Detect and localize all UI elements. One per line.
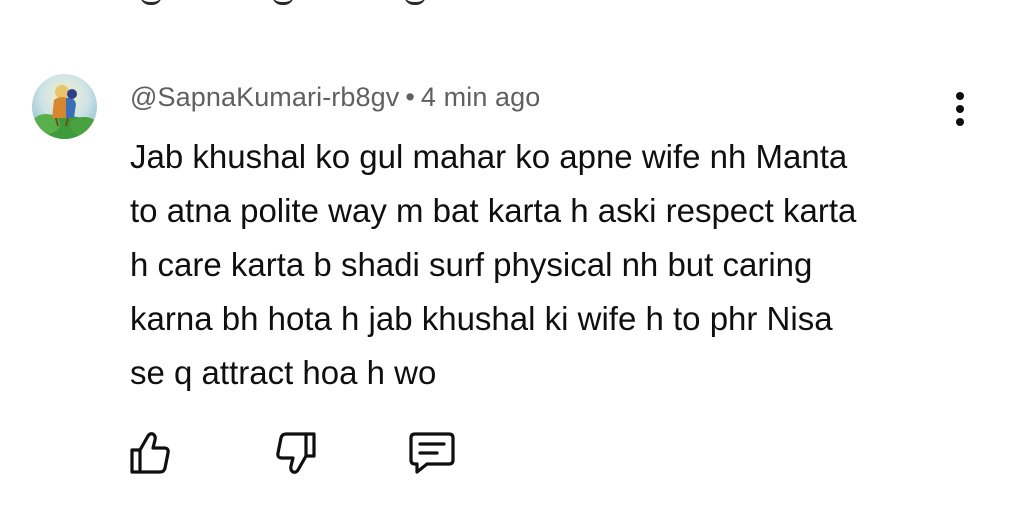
more-vert-icon	[956, 92, 964, 126]
comment-reply-icon	[409, 432, 455, 474]
reply-button[interactable]	[404, 425, 460, 481]
comment-text-line: to atna polite way m bat karta h aski re…	[130, 192, 857, 229]
comment-body: Jab khushal ko gul mahar ko apne wife nh…	[130, 130, 970, 400]
author-name[interactable]: @SapnaKumari-rb8gv	[130, 82, 399, 112]
comment-thread-item: @SapnaKumari-rb8gv • 4 min ago Jab khushal…	[0, 0, 1024, 517]
comment-timestamp[interactable]: 4 min ago	[421, 82, 540, 112]
thumbs-down-icon	[276, 432, 316, 474]
like-button[interactable]	[122, 425, 178, 481]
comment-text-line: se q attract hoa h wo	[130, 354, 437, 391]
more-actions-button[interactable]	[946, 88, 974, 132]
comment-actions	[0, 425, 1024, 485]
comment-header: @SapnaKumari-rb8gv • 4 min ago	[130, 82, 540, 113]
avatar-image	[32, 74, 97, 139]
dislike-button[interactable]	[268, 425, 324, 481]
avatar[interactable]	[32, 74, 97, 139]
comment-text-line: h care karta b shadi surf physical nh bu…	[130, 246, 813, 283]
thumbs-up-icon	[130, 432, 170, 474]
comment-text-line: Jab khushal ko gul mahar ko apne wife nh…	[130, 138, 848, 175]
header-separator: •	[405, 82, 415, 112]
comment-text-line: karna bh hota h jab khushal ki wife h to…	[130, 300, 833, 337]
